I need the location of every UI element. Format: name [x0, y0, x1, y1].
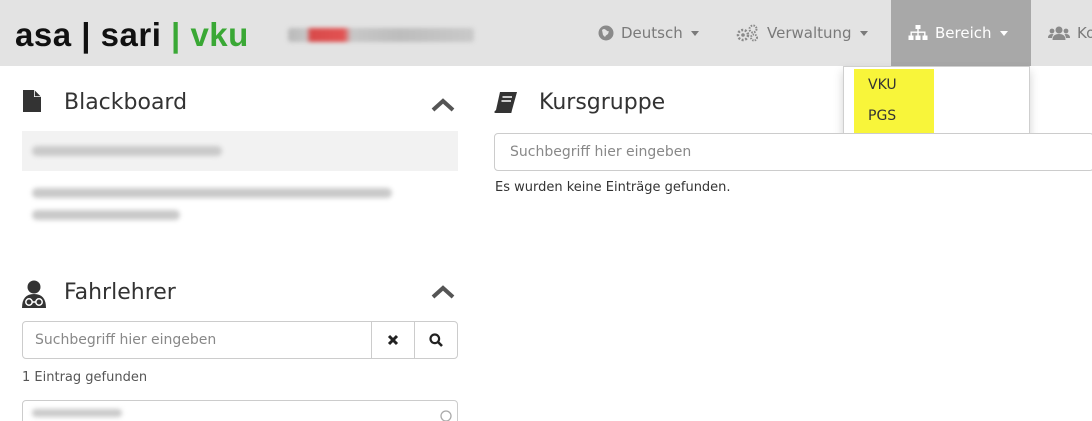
course-group-title: Kursgruppe [539, 90, 666, 115]
brand-vku: vku [190, 16, 249, 53]
chevron-up-icon[interactable] [431, 97, 455, 113]
instructors-search-group [22, 321, 458, 359]
nav-contact-menu[interactable]: Ko [1048, 0, 1092, 66]
nav-area-label: Bereich [935, 24, 992, 42]
instructors-title: Fahrlehrer [64, 280, 176, 305]
sitemap-icon [908, 25, 928, 40]
clear-search-button[interactable] [371, 322, 414, 358]
info-icon [440, 410, 452, 421]
course-group-search-group [494, 133, 1092, 171]
nav-area-menu[interactable]: Bereich [891, 0, 1031, 66]
nav-contact-label: Ko [1077, 24, 1092, 42]
chevron-up-icon[interactable] [431, 284, 455, 300]
file-icon [23, 90, 41, 112]
user-md-icon [22, 280, 46, 308]
users-icon [1048, 26, 1070, 40]
nav-language-label: Deutsch [621, 24, 683, 42]
instructors-search-input[interactable] [35, 330, 365, 350]
globe-icon [598, 25, 614, 41]
blackboard-title: Blackboard [64, 90, 188, 115]
brand-separator: | [171, 16, 181, 53]
course-group-result-status: Es wurden keine Einträge gefunden. [495, 180, 731, 195]
caret-down-icon [690, 30, 699, 36]
brand-sari: sari [100, 16, 162, 53]
instructors-result-count: 1 Eintrag gefunden [22, 370, 148, 385]
brand-separator: | [81, 16, 91, 53]
brand-asa: asa [15, 16, 72, 53]
close-icon [387, 334, 399, 346]
course-group-search-input[interactable] [510, 142, 1070, 162]
dropdown-item-pgs[interactable]: PGS [868, 108, 896, 124]
redacted-text [32, 188, 392, 198]
search-button[interactable] [414, 322, 457, 358]
caret-down-icon [859, 30, 868, 36]
nav-language-menu[interactable]: Deutsch [598, 0, 699, 66]
redacted-text [32, 210, 180, 220]
nav-administration-label: Verwaltung [767, 24, 852, 42]
redacted-text [32, 409, 122, 417]
cogs-icon [736, 24, 758, 42]
redacted-subtitle [288, 28, 474, 42]
brand-logo[interactable]: asa | sari | vku [15, 16, 249, 54]
caret-down-icon [999, 30, 1008, 36]
book-icon [494, 92, 517, 113]
top-navbar: asa | sari | vku Deutsch Verwaltung Bere… [0, 0, 1092, 66]
redacted-text [32, 146, 222, 156]
dropdown-item-vku[interactable]: VKU [868, 77, 897, 93]
nav-administration-menu[interactable]: Verwaltung [736, 0, 868, 66]
search-icon [429, 333, 443, 347]
